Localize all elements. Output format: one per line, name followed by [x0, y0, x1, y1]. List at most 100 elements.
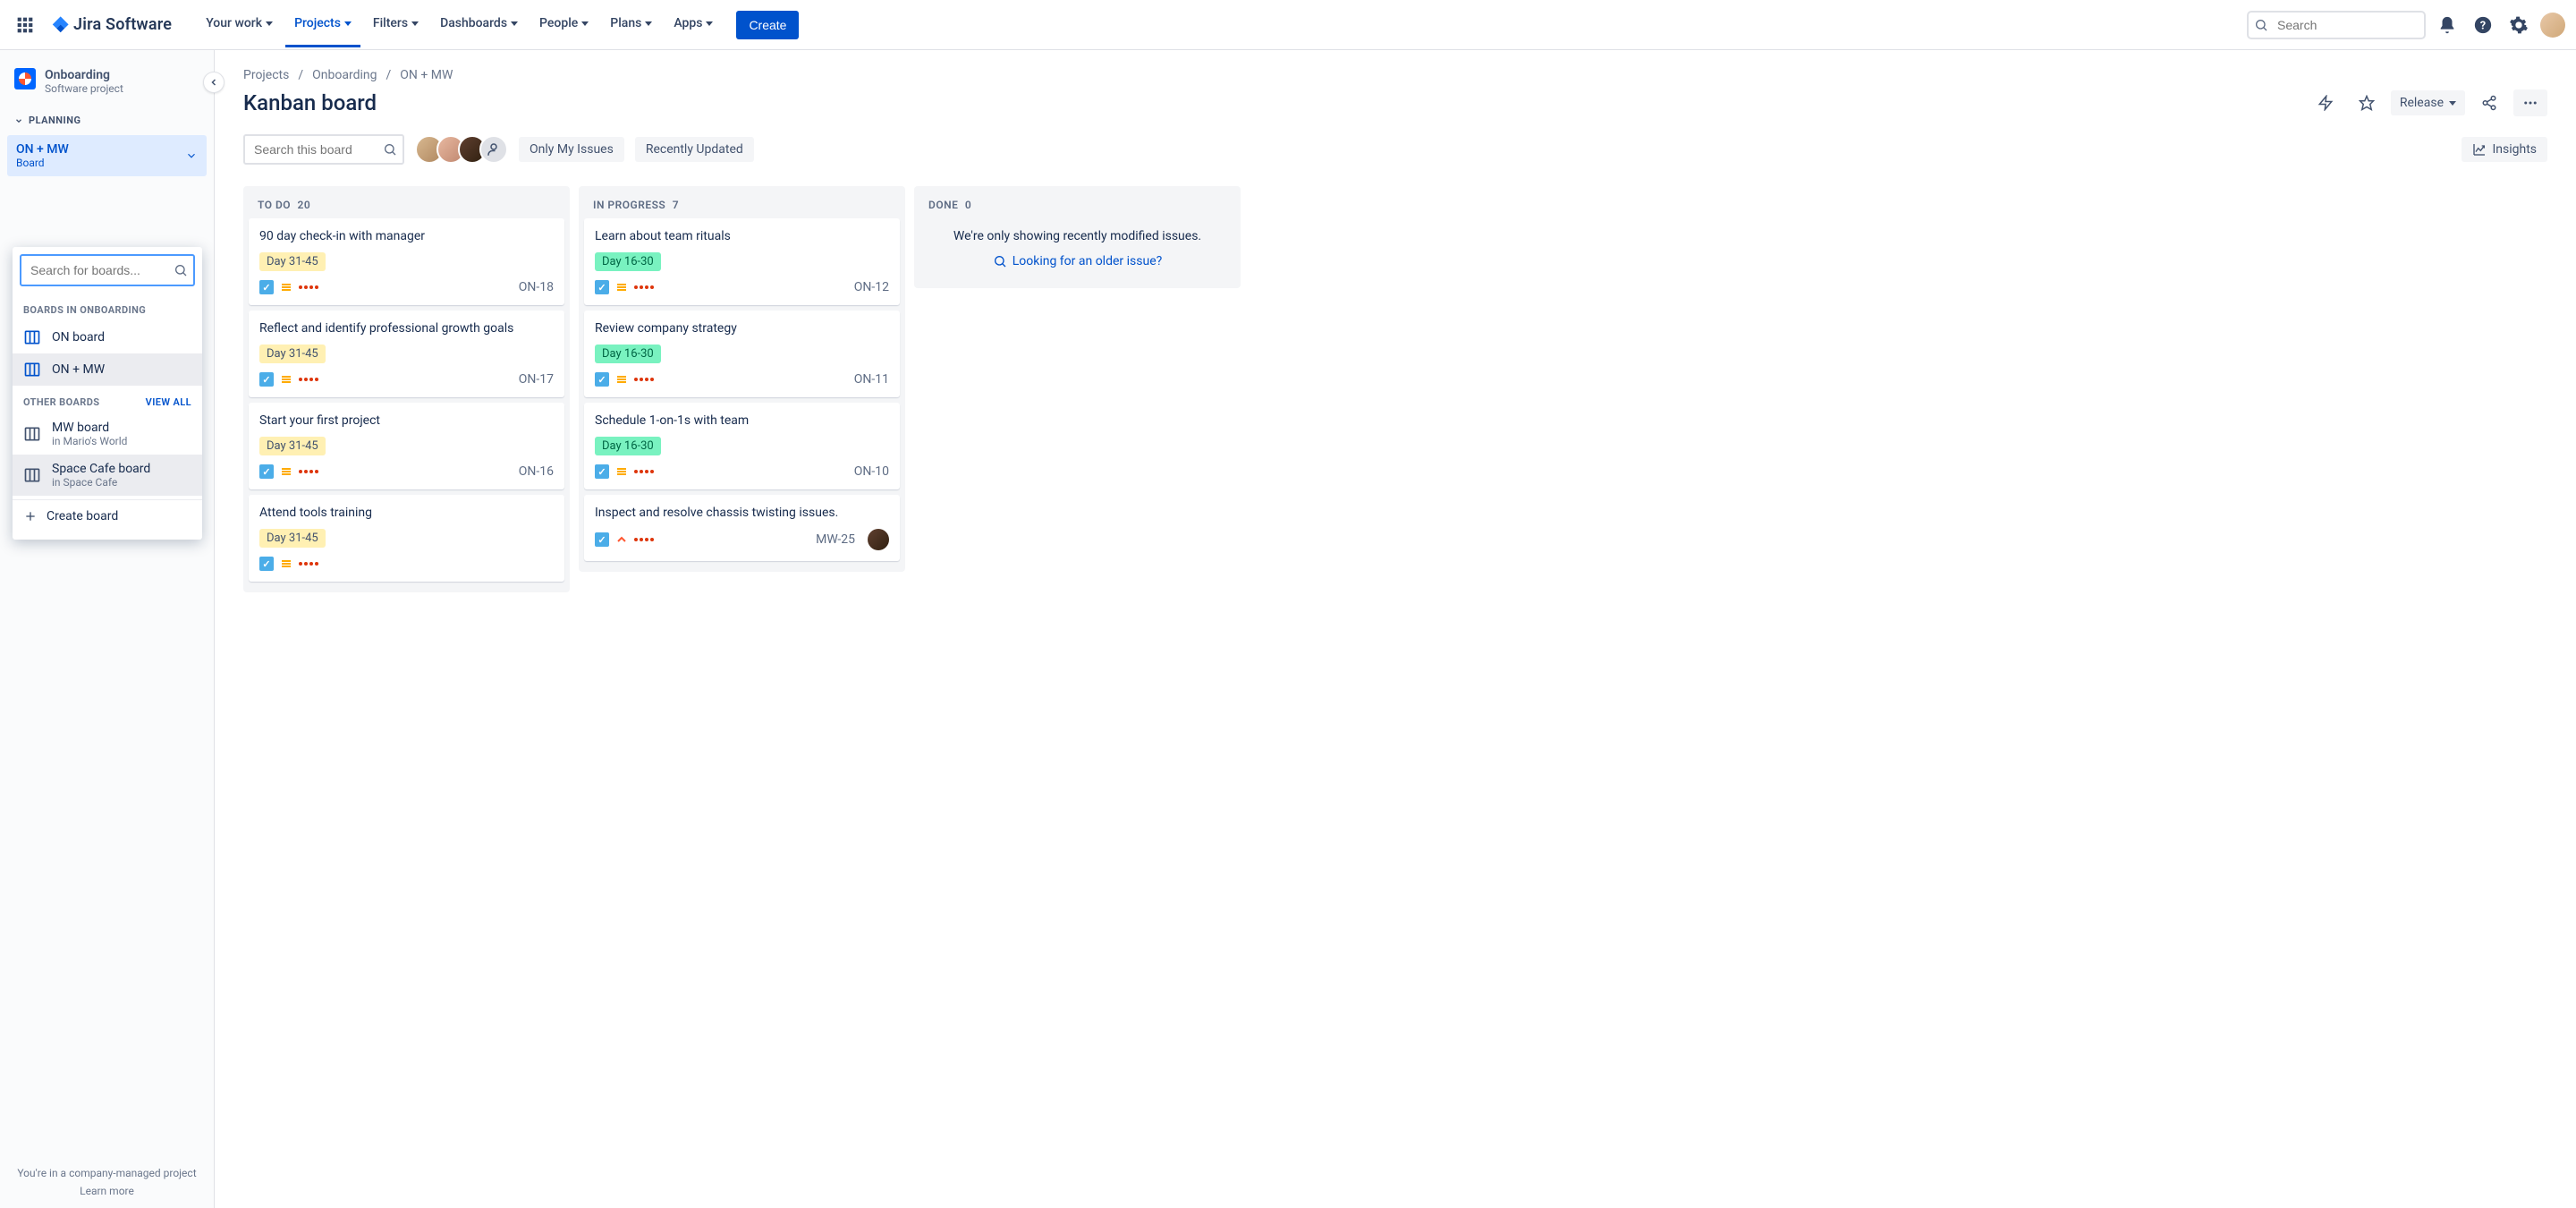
issue-key: ON-10 [854, 464, 889, 479]
board-search [243, 134, 404, 165]
days-indicator-icon [634, 378, 654, 381]
nav-apps[interactable]: Apps [665, 2, 722, 47]
board-selector[interactable]: ON + MW Board [7, 135, 207, 176]
jira-logo[interactable]: Jira Software [43, 15, 179, 35]
board-dropdown-item[interactable]: MW board in Mario's World [13, 413, 202, 455]
days-indicator-icon [634, 470, 654, 473]
chevron-down-icon [645, 21, 652, 26]
card-title: Start your first project [259, 413, 554, 428]
days-indicator-icon [299, 562, 318, 566]
release-button[interactable]: Release [2391, 90, 2465, 115]
star-button[interactable] [2350, 89, 2384, 116]
nav-items: Your work Projects Filters Dashboards Pe… [197, 2, 799, 47]
issue-card[interactable]: Learn about team ritualsDay 16-30ON-12 [584, 218, 900, 305]
more-icon [2522, 95, 2538, 111]
nav-people[interactable]: People [530, 2, 597, 47]
add-people-button[interactable] [479, 135, 508, 164]
project-name: Onboarding [45, 68, 123, 82]
search-icon [2254, 18, 2268, 32]
card-footer: ON-16 [259, 464, 554, 479]
chevron-down-icon [706, 21, 713, 26]
svg-text:?: ? [2480, 19, 2486, 32]
create-board-button[interactable]: Create board [13, 499, 202, 532]
jira-logo-icon [50, 15, 70, 35]
issue-type-icon [259, 557, 274, 571]
issue-card[interactable]: Inspect and resolve chassis twisting iss… [584, 495, 900, 561]
view-all-link[interactable]: VIEW ALL [146, 396, 191, 408]
issue-type-icon [595, 372, 609, 387]
project-header: Onboarding Software project [7, 68, 207, 109]
insights-button[interactable]: Insights [2462, 137, 2547, 162]
card-footer: MW-25 [595, 529, 889, 550]
breadcrumb-link[interactable]: Projects [243, 68, 289, 82]
board-search-input[interactable] [243, 134, 404, 165]
card-title: Reflect and identify professional growth… [259, 321, 554, 336]
issue-card[interactable]: Reflect and identify professional growth… [249, 311, 564, 397]
notifications-icon[interactable] [2433, 11, 2462, 39]
older-issues-link[interactable]: Looking for an older issue? [993, 254, 1163, 268]
days-indicator-icon [299, 285, 318, 289]
planning-section-toggle[interactable]: Planning [7, 109, 207, 132]
chevron-down-icon [2449, 101, 2456, 106]
recently-updated-filter[interactable]: Recently Updated [635, 137, 754, 162]
only-my-issues-filter[interactable]: Only My Issues [519, 137, 624, 162]
issue-key: ON-16 [519, 464, 554, 479]
nav-dashboards[interactable]: Dashboards [431, 2, 527, 47]
issue-card[interactable]: Review company strategyDay 16-30ON-11 [584, 311, 900, 397]
nav-projects[interactable]: Projects [285, 2, 360, 47]
board-search-input[interactable] [20, 254, 195, 286]
sidebar-footer: You're in a company-managed project Lear… [0, 1167, 214, 1197]
board-dropdown-item[interactable]: Space Cafe board in Space Cafe [13, 455, 202, 496]
assignee-avatar [868, 529, 889, 550]
plus-icon [23, 509, 38, 523]
collapse-sidebar-button[interactable] [203, 72, 225, 93]
card-title: Schedule 1-on-1s with team [595, 413, 889, 428]
card-title: Review company strategy [595, 321, 889, 336]
board-dropdown: Boards in Onboarding ON board ON + MW Ot… [13, 247, 202, 540]
share-icon [2481, 95, 2497, 111]
board-dropdown-item[interactable]: ON board [13, 321, 202, 353]
help-icon[interactable]: ? [2469, 11, 2497, 39]
nav-filters[interactable]: Filters [364, 2, 428, 47]
settings-icon[interactable] [2504, 11, 2533, 39]
automation-button[interactable] [2309, 89, 2343, 116]
profile-avatar[interactable] [2540, 13, 2565, 38]
card-title: Inspect and resolve chassis twisting iss… [595, 506, 889, 520]
board-dropdown-item[interactable]: ON + MW [13, 353, 202, 386]
learn-more-link[interactable]: Learn more [0, 1185, 214, 1197]
priority-icon [279, 464, 293, 479]
card-footer [259, 557, 554, 571]
column-header: Done 0 [919, 190, 1235, 218]
chevron-down-icon [411, 21, 419, 26]
issue-type-icon [259, 372, 274, 387]
issue-key: MW-25 [816, 532, 855, 547]
epic-lozenge: Day 31-45 [259, 437, 326, 455]
card-footer: ON-11 [595, 372, 889, 387]
issue-card[interactable]: Attend tools trainingDay 31-45 [249, 495, 564, 582]
issue-card[interactable]: Start your first project Day 31-45 ON-16 [249, 403, 564, 489]
issue-card[interactable]: Schedule 1-on-1s with teamDay 16-30ON-10 [584, 403, 900, 489]
search-input[interactable] [2247, 11, 2426, 39]
card-footer: ON-10 [595, 464, 889, 479]
column-header: In Progress 7 [584, 190, 900, 218]
dropdown-section-label: Boards in Onboarding [13, 293, 202, 321]
issue-type-icon [595, 532, 609, 547]
app-switcher-icon[interactable] [11, 11, 39, 39]
breadcrumb-link[interactable]: Onboarding [312, 68, 377, 82]
card-title: Learn about team rituals [595, 229, 889, 243]
dropdown-section-label: Other boards VIEW ALL [13, 386, 202, 413]
create-button[interactable]: Create [736, 11, 799, 39]
issue-card[interactable]: 90 day check-in with managerDay 31-45ON-… [249, 218, 564, 305]
board-icon [23, 425, 41, 443]
board-icon [23, 466, 41, 484]
breadcrumb-link[interactable]: ON + MW [400, 68, 453, 82]
search-icon [174, 263, 188, 277]
main-content: Projects / Onboarding / ON + MW Kanban b… [215, 50, 2576, 1208]
more-button[interactable] [2513, 89, 2547, 116]
project-type: Software project [45, 82, 123, 95]
nav-your-work[interactable]: Your work [197, 2, 282, 47]
nav-plans[interactable]: Plans [601, 2, 661, 47]
global-search [2247, 11, 2426, 39]
board-column: In Progress 7Learn about team ritualsDay… [579, 186, 905, 572]
share-button[interactable] [2472, 89, 2506, 116]
